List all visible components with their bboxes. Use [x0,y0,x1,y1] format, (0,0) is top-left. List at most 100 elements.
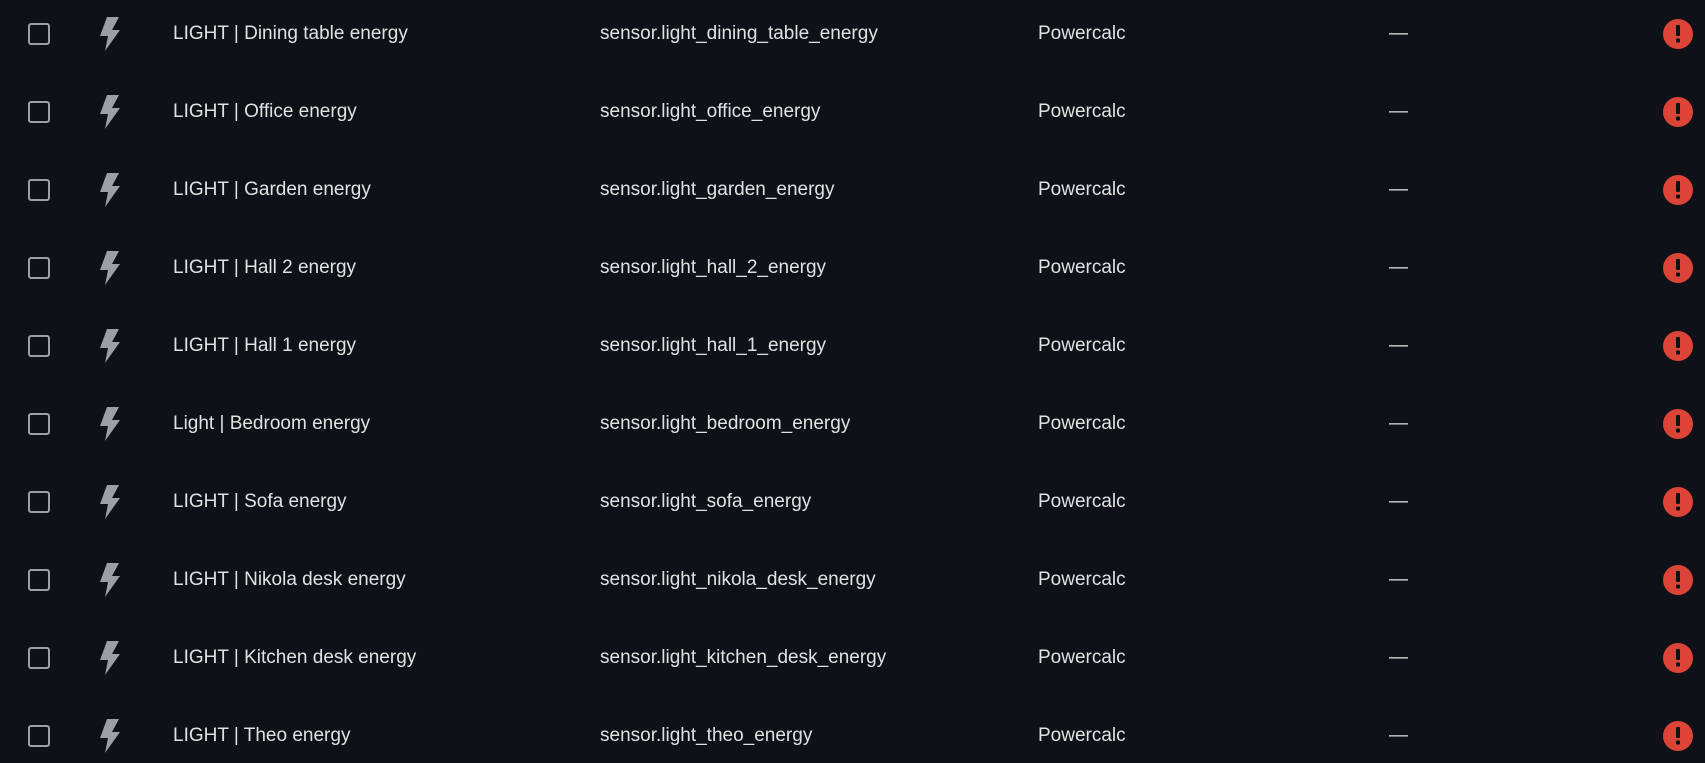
flash-icon [96,619,124,697]
flash-icon [96,151,124,229]
entity-integration: Powercalc [1038,569,1126,590]
row-checkbox[interactable] [28,491,50,513]
row-checkbox-cell [24,619,54,697]
entity-integration: Powercalc [1038,179,1126,200]
status-cell [1662,307,1694,385]
entity-integration: Powercalc [1038,257,1126,278]
flash-icon [96,697,124,763]
entity-id: sensor.light_office_energy [600,101,821,122]
row-checkbox-cell [24,307,54,385]
entity-area: — [1389,257,1408,278]
flash-icon [96,73,124,151]
alert-circle-icon[interactable] [1663,253,1693,283]
flash-icon [96,541,124,619]
entity-id: sensor.light_hall_2_energy [600,257,827,278]
row-checkbox[interactable] [28,569,50,591]
alert-circle-icon[interactable] [1663,409,1693,439]
entity-id: sensor.light_garden_energy [600,179,835,200]
status-cell [1662,541,1694,619]
flash-icon [96,0,124,73]
entity-name: LIGHT | Kitchen desk energy [173,647,417,668]
entity-area: — [1389,179,1408,200]
entity-id: sensor.light_dining_table_energy [600,23,878,44]
flash-icon [96,307,124,385]
alert-circle-icon[interactable] [1663,175,1693,205]
table-row[interactable]: LIGHT | Dining table energy sensor.light… [0,0,1705,73]
entity-id: sensor.light_kitchen_desk_energy [600,647,887,668]
entity-table: LIGHT | Dining table energy sensor.light… [0,0,1705,763]
entity-integration: Powercalc [1038,335,1126,356]
status-cell [1662,73,1694,151]
entity-integration: Powercalc [1038,491,1126,512]
entity-name: LIGHT | Garden energy [173,179,371,200]
table-row[interactable]: LIGHT | Theo energy sensor.light_theo_en… [0,697,1705,763]
entity-integration: Powercalc [1038,23,1126,44]
entity-integration: Powercalc [1038,413,1126,434]
table-row[interactable]: Light | Bedroom energy sensor.light_bedr… [0,385,1705,463]
row-checkbox[interactable] [28,725,50,747]
row-checkbox-cell [24,229,54,307]
status-cell [1662,151,1694,229]
entity-id: sensor.light_theo_energy [600,725,813,746]
entity-area: — [1389,491,1408,512]
row-checkbox-cell [24,151,54,229]
row-checkbox[interactable] [28,413,50,435]
table-row[interactable]: LIGHT | Nikola desk energy sensor.light_… [0,541,1705,619]
status-cell [1662,463,1694,541]
entity-id: sensor.light_nikola_desk_energy [600,569,876,590]
alert-circle-icon[interactable] [1663,643,1693,673]
table-row[interactable]: LIGHT | Garden energy sensor.light_garde… [0,151,1705,229]
entity-id: sensor.light_hall_1_energy [600,335,827,356]
alert-circle-icon[interactable] [1663,565,1693,595]
entity-name: LIGHT | Sofa energy [173,491,347,512]
status-cell [1662,619,1694,697]
entity-integration: Powercalc [1038,647,1126,668]
flash-icon [96,463,124,541]
row-checkbox-cell [24,385,54,463]
row-checkbox[interactable] [28,101,50,123]
status-cell [1662,697,1694,763]
alert-circle-icon[interactable] [1663,721,1693,751]
entity-name: LIGHT | Office energy [173,101,357,122]
row-checkbox-cell [24,541,54,619]
entity-area: — [1389,647,1408,668]
status-cell [1662,385,1694,463]
entity-name: LIGHT | Nikola desk energy [173,569,406,590]
row-checkbox-cell [24,463,54,541]
table-row[interactable]: LIGHT | Sofa energy sensor.light_sofa_en… [0,463,1705,541]
table-row[interactable]: LIGHT | Kitchen desk energy sensor.light… [0,619,1705,697]
status-cell [1662,0,1694,73]
entity-name: LIGHT | Hall 1 energy [173,335,357,356]
entity-area: — [1389,569,1408,590]
alert-circle-icon[interactable] [1663,19,1693,49]
entity-area: — [1389,23,1408,44]
entity-id: sensor.light_sofa_energy [600,491,812,512]
entity-area: — [1389,101,1408,122]
alert-circle-icon[interactable] [1663,97,1693,127]
entity-area: — [1389,725,1408,746]
status-cell [1662,229,1694,307]
alert-circle-icon[interactable] [1663,487,1693,517]
row-checkbox[interactable] [28,257,50,279]
row-checkbox[interactable] [28,179,50,201]
row-checkbox[interactable] [28,23,50,45]
entity-id: sensor.light_bedroom_energy [600,413,851,434]
row-checkbox[interactable] [28,647,50,669]
table-row[interactable]: LIGHT | Hall 2 energy sensor.light_hall_… [0,229,1705,307]
row-checkbox-cell [24,73,54,151]
entity-name: LIGHT | Dining table energy [173,23,408,44]
entity-name: LIGHT | Hall 2 energy [173,257,357,278]
table-row[interactable]: LIGHT | Office energy sensor.light_offic… [0,73,1705,151]
table-row[interactable]: LIGHT | Hall 1 energy sensor.light_hall_… [0,307,1705,385]
row-checkbox-cell [24,697,54,763]
entity-integration: Powercalc [1038,101,1126,122]
entity-name: Light | Bedroom energy [173,413,371,434]
flash-icon [96,229,124,307]
entity-name: LIGHT | Theo energy [173,725,351,746]
flash-icon [96,385,124,463]
alert-circle-icon[interactable] [1663,331,1693,361]
entity-area: — [1389,413,1408,434]
row-checkbox[interactable] [28,335,50,357]
entity-integration: Powercalc [1038,725,1126,746]
entity-area: — [1389,335,1408,356]
